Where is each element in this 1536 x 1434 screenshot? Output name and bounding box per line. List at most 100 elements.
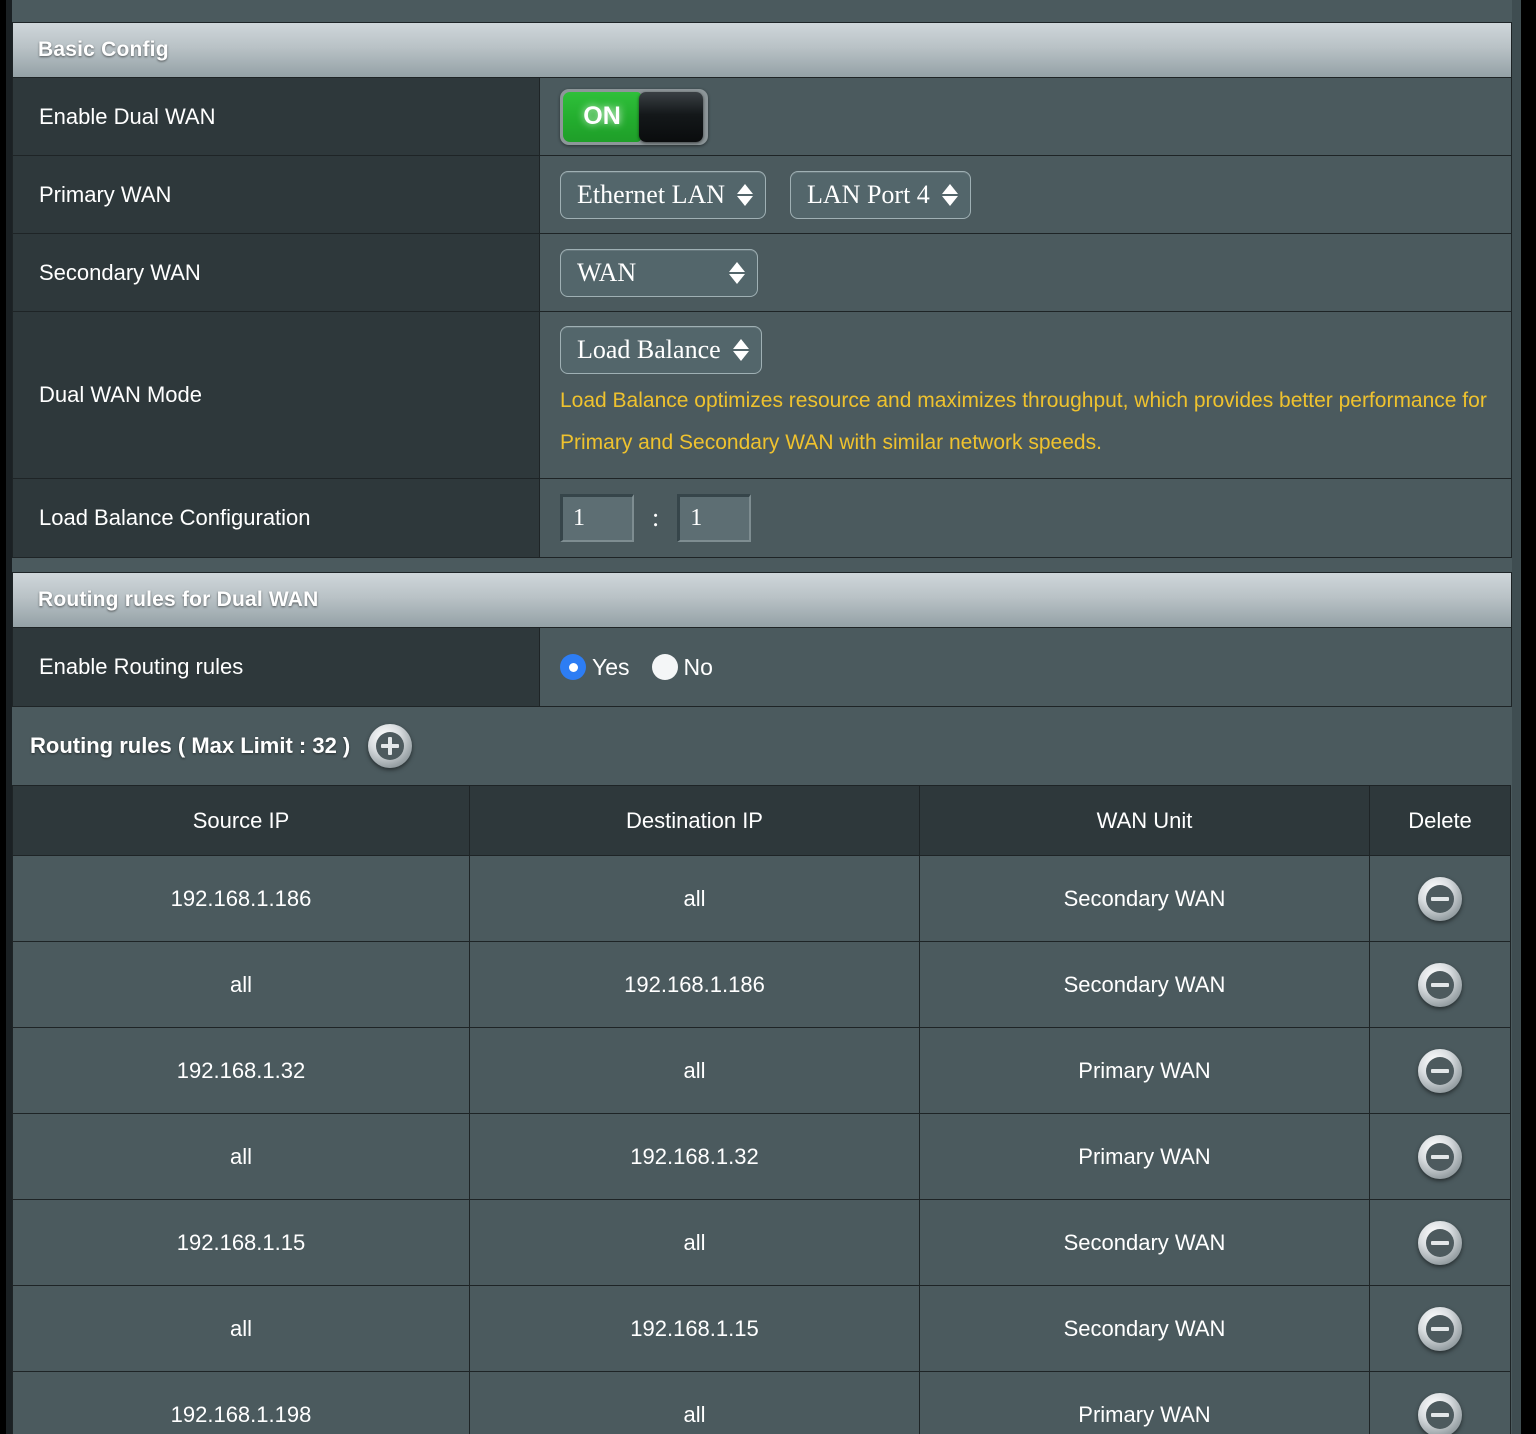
cell-wan-unit: Secondary WAN bbox=[919, 1199, 1370, 1286]
primary-wan-port-value: LAN Port 4 bbox=[807, 179, 930, 209]
cell-wan-unit: Secondary WAN bbox=[919, 1285, 1370, 1372]
minus-glyph bbox=[1426, 1228, 1454, 1257]
minus-circle-icon[interactable] bbox=[1418, 1134, 1462, 1179]
column-header-source-ip: Source IP bbox=[12, 785, 470, 856]
load-balance-ratio-group: : bbox=[560, 494, 752, 542]
delete-button-wrapper bbox=[1370, 1048, 1510, 1093]
primary-wan-interface-select[interactable]: Ethernet LAN bbox=[560, 170, 767, 219]
cell-wan-unit: Secondary WAN bbox=[919, 941, 1370, 1028]
cell-source-ip: 192.168.1.186 bbox=[12, 855, 470, 942]
radio-no-icon[interactable] bbox=[651, 654, 678, 680]
label-secondary-wan: Secondary WAN bbox=[13, 234, 540, 311]
secondary-wan-interface-select[interactable]: WAN bbox=[560, 248, 758, 297]
delete-button-wrapper bbox=[1370, 1134, 1510, 1179]
table-row: all 192.168.1.32 Primary WAN bbox=[12, 1113, 1511, 1200]
primary-weight-input[interactable] bbox=[560, 494, 634, 542]
enable-dual-wan-label-text: Enable Dual WAN bbox=[39, 103, 216, 129]
radio-option-no[interactable]: No bbox=[651, 653, 727, 681]
basic-config-panel: Basic Config Enable Dual WAN ON Primary … bbox=[12, 22, 1512, 558]
cell-destination-ip: all bbox=[469, 1027, 920, 1114]
routing-rules-table-body: 192.168.1.186 all Secondary WAN all 192.168.… bbox=[12, 855, 1511, 1434]
ratio-separator: : bbox=[652, 503, 660, 532]
cell-wan-unit: Primary WAN bbox=[919, 1113, 1370, 1200]
cell-source-ip: all bbox=[12, 941, 470, 1028]
chevron-updown-icon bbox=[941, 183, 958, 206]
label-load-balance-config: Load Balance Configuration bbox=[13, 479, 540, 557]
primary-wan-label-text: Primary WAN bbox=[39, 181, 172, 207]
routing-rules-table: Source IP Destination IP WAN Unit Delete… bbox=[12, 785, 1511, 1434]
primary-wan-interface-value: Ethernet LAN bbox=[577, 179, 726, 209]
minus-circle-icon[interactable] bbox=[1418, 876, 1462, 921]
cell-delete bbox=[1369, 1113, 1511, 1200]
table-row: 192.168.1.32 all Primary WAN bbox=[12, 1027, 1511, 1114]
cell-delete bbox=[1369, 1371, 1511, 1434]
cell-delete bbox=[1369, 1027, 1511, 1114]
cell-wan-unit: Primary WAN bbox=[919, 1371, 1370, 1434]
cell-destination-ip: 192.168.1.32 bbox=[469, 1113, 920, 1200]
routing-rules-panel: Routing rules for Dual WAN Enable Routin… bbox=[12, 572, 1512, 707]
cell-source-ip: 192.168.1.32 bbox=[12, 1027, 470, 1114]
cell-source-ip: 192.168.1.15 bbox=[12, 1199, 470, 1286]
plus-circle-icon[interactable] bbox=[368, 724, 413, 768]
row-dual-wan-mode: Dual WAN Mode Load Balance Load Balance … bbox=[13, 312, 1511, 479]
value-enable-dual-wan: ON bbox=[540, 78, 1511, 155]
basic-config-title: Basic Config bbox=[38, 38, 169, 61]
delete-button-wrapper bbox=[1370, 876, 1510, 921]
chevron-updown-icon bbox=[737, 183, 754, 206]
row-enable-dual-wan: Enable Dual WAN ON bbox=[13, 78, 1511, 156]
chevron-updown-icon bbox=[729, 261, 745, 284]
table-header-row: Source IP Destination IP WAN Unit Delete bbox=[12, 785, 1511, 856]
minus-circle-icon[interactable] bbox=[1418, 962, 1462, 1007]
label-enable-dual-wan: Enable Dual WAN bbox=[13, 78, 540, 155]
minus-circle-icon[interactable] bbox=[1418, 1306, 1462, 1351]
value-primary-wan: Ethernet LAN LAN Port 4 bbox=[540, 156, 1511, 233]
minus-circle-icon[interactable] bbox=[1418, 1048, 1462, 1093]
minus-circle-icon[interactable] bbox=[1418, 1220, 1462, 1265]
toggle-knob[interactable] bbox=[639, 91, 703, 142]
table-row: all 192.168.1.186 Secondary WAN bbox=[12, 941, 1511, 1028]
radio-yes-icon[interactable] bbox=[560, 654, 586, 680]
minus-circle-icon[interactable] bbox=[1418, 1392, 1462, 1434]
row-primary-wan: Primary WAN Ethernet LAN LAN Port 4 bbox=[13, 156, 1511, 234]
radio-option-yes[interactable]: Yes bbox=[560, 654, 644, 681]
column-header-wan-unit: WAN Unit bbox=[919, 785, 1370, 856]
radio-no-label: No bbox=[683, 653, 713, 680]
row-load-balance-config: Load Balance Configuration : bbox=[13, 479, 1511, 557]
value-enable-routing-rules: Yes No bbox=[540, 628, 1511, 706]
label-enable-routing-rules: Enable Routing rules bbox=[13, 628, 540, 706]
routing-rules-header: Routing rules for Dual WAN bbox=[13, 573, 1511, 628]
load-balance-config-label-text: Load Balance Configuration bbox=[39, 505, 311, 530]
radio-yes-label: Yes bbox=[592, 653, 630, 680]
primary-wan-port-select[interactable]: LAN Port 4 bbox=[790, 170, 971, 219]
dual-wan-toggle-switch[interactable]: ON bbox=[560, 88, 708, 145]
minus-glyph bbox=[1426, 970, 1454, 999]
cell-delete bbox=[1369, 941, 1511, 1028]
router-admin-page: Basic Config Enable Dual WAN ON Primary … bbox=[6, 0, 1521, 1434]
routing-rules-toolbar: Routing rules ( Max Limit : 32 ) bbox=[12, 707, 1512, 785]
routing-rules-count-label: Routing rules ( Max Limit : 32 ) bbox=[30, 733, 351, 758]
delete-button-wrapper bbox=[1370, 1392, 1510, 1434]
screen-root: Basic Config Enable Dual WAN ON Primary … bbox=[0, 0, 1536, 1434]
cell-destination-ip: all bbox=[469, 855, 920, 942]
table-row: 192.168.1.15 all Secondary WAN bbox=[12, 1199, 1511, 1286]
cell-wan-unit: Primary WAN bbox=[919, 1027, 1370, 1114]
row-secondary-wan: Secondary WAN WAN bbox=[13, 234, 1511, 312]
chevron-updown-icon bbox=[732, 339, 749, 361]
dual-wan-mode-label-text: Dual WAN Mode bbox=[39, 382, 203, 407]
cell-delete bbox=[1369, 855, 1511, 942]
table-row: 192.168.1.186 all Secondary WAN bbox=[12, 855, 1511, 942]
dual-wan-mode-select[interactable]: Load Balance bbox=[560, 326, 762, 374]
cell-wan-unit: Secondary WAN bbox=[919, 855, 1370, 942]
minus-glyph bbox=[1426, 884, 1454, 913]
enable-routing-rules-label-text: Enable Routing rules bbox=[39, 654, 244, 679]
value-secondary-wan: WAN bbox=[540, 234, 1511, 311]
column-header-delete: Delete bbox=[1369, 785, 1511, 856]
cell-source-ip: all bbox=[12, 1113, 470, 1200]
secondary-weight-input[interactable] bbox=[677, 494, 752, 542]
cell-destination-ip: 192.168.1.15 bbox=[469, 1285, 920, 1372]
plus-glyph bbox=[376, 732, 405, 760]
secondary-wan-interface-value: WAN bbox=[577, 257, 637, 287]
cell-delete bbox=[1369, 1199, 1511, 1286]
dual-wan-mode-hint: Load Balance optimizes resource and maxi… bbox=[560, 389, 1487, 454]
minus-glyph bbox=[1426, 1314, 1454, 1343]
